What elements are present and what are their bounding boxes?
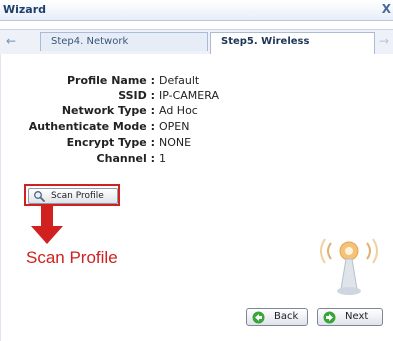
tab-step5-wireless[interactable]: Step5. Wireless [210, 32, 375, 54]
scan-profile-label: Scan Profile [51, 191, 104, 201]
profile-name-value: Default [159, 74, 200, 87]
profile-name-row: Profile Name : Default [1, 74, 393, 88]
ssid-label: SSID : [118, 89, 155, 102]
channel-label: Channel : [96, 152, 155, 165]
back-label: Back [274, 311, 299, 322]
encrypt-type-label: Encrypt Type : [66, 136, 155, 149]
encrypt-type-value: NONE [159, 136, 192, 149]
wizard-content: Profile Name : Default SSID : IP-CAMERA … [0, 54, 393, 341]
network-type-value: Ad Hoc [159, 104, 198, 117]
magnifier-icon [34, 191, 45, 202]
window-titlebar: Wizard X [0, 0, 393, 21]
window-title: Wizard [3, 3, 47, 16]
network-type-row: Network Type : Ad Hoc [1, 104, 393, 118]
close-button[interactable]: X [382, 2, 391, 16]
channel-value: 1 [159, 152, 166, 165]
back-arrow-icon [252, 311, 265, 324]
tab-bar: ← Step4. Network Step5. Wireless → [0, 29, 393, 55]
ssid-value: IP-CAMERA [159, 89, 219, 102]
scan-profile-button[interactable]: Scan Profile [28, 188, 118, 204]
network-type-label: Network Type : [61, 104, 155, 117]
profile-name-label: Profile Name : [66, 74, 155, 87]
scan-profile-annotation: Scan Profile [26, 248, 118, 267]
authenticate-mode-label: Authenticate Mode : [28, 120, 155, 133]
encrypt-type-row: Encrypt Type : NONE [1, 136, 393, 150]
tab-step4-network[interactable]: Step4. Network [40, 32, 208, 51]
tab-scroll-left-icon[interactable]: ← [2, 33, 20, 49]
red-down-arrow-icon [31, 206, 63, 244]
authenticate-mode-row: Authenticate Mode : OPEN [1, 120, 393, 134]
tab-scroll-right-icon[interactable]: → [375, 33, 393, 49]
authenticate-mode-value: OPEN [159, 120, 190, 133]
wireless-signal-icon [320, 238, 378, 295]
channel-row: Channel : 1 [1, 152, 393, 166]
ssid-row: SSID : IP-CAMERA [1, 89, 393, 103]
back-button[interactable]: Back [246, 308, 308, 326]
next-button[interactable]: Next [317, 308, 383, 326]
next-arrow-icon [323, 311, 336, 324]
next-label: Next [345, 311, 369, 322]
scan-profile-highlight: Scan Profile [24, 184, 120, 206]
